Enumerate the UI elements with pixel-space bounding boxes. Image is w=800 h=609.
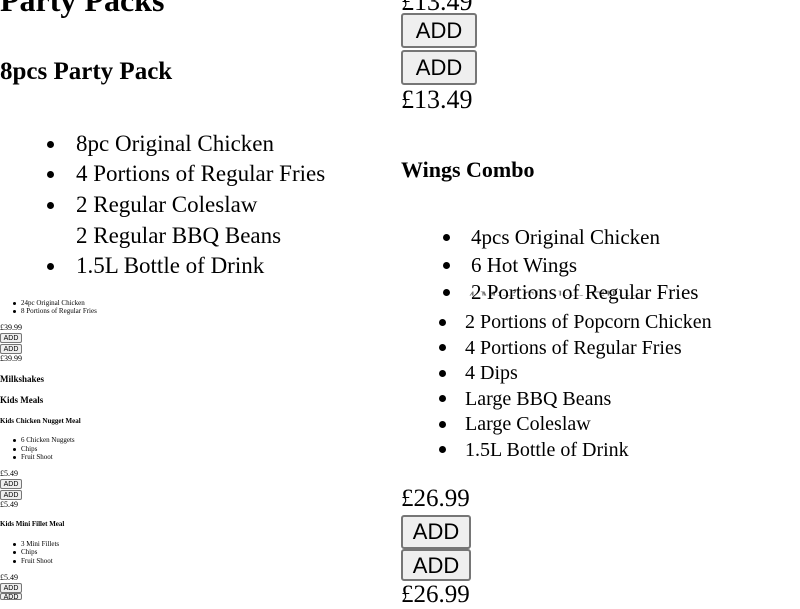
price: £26.99 [401, 485, 470, 512]
list-bullet [443, 262, 450, 269]
wings-combo-title: Wings Combo [401, 157, 535, 182]
list-bullet [13, 302, 16, 305]
list-item: 4pcs Original Chicken [471, 225, 660, 249]
fillet-meal-title: Kids Mini Fillet Meal [0, 520, 65, 528]
list-item: Fruit Shoot [21, 453, 53, 461]
list-bullet [47, 202, 54, 209]
list-bullet [439, 319, 446, 326]
list-item: 8pc Original Chicken [76, 131, 275, 156]
list-bullet [13, 448, 16, 451]
list-bullet [13, 439, 16, 442]
price: £39.99 [0, 354, 22, 363]
list-bullet [439, 446, 446, 453]
list-bullet [47, 171, 54, 178]
price: £5.49 [0, 500, 18, 509]
list-bullet [439, 395, 446, 402]
list-item: 6 Chicken Nuggets [21, 436, 75, 444]
list-item: 2 Portions of Regular Fries [471, 280, 699, 304]
add-button[interactable]: ADD [401, 549, 471, 581]
kids-meals-heading: Kids Meals [0, 395, 44, 405]
list-bullet [439, 370, 446, 377]
price: £26.99 [401, 581, 470, 608]
add-button[interactable]: ADD [0, 490, 22, 500]
list-item: Chips [21, 445, 38, 453]
list-item: 1.5L Bottle of Drink [465, 439, 629, 461]
add-button[interactable]: ADD [0, 333, 22, 343]
add-button[interactable]: ADD [0, 593, 22, 601]
list-item: 4 Portions of Regular Fries [76, 161, 326, 186]
list-bullet [443, 234, 450, 241]
list-bullet [13, 543, 16, 546]
list-bullet [13, 456, 16, 459]
list-item: Large BBQ Beans [465, 388, 612, 410]
list-item: 2 Regular BBQ Beans [76, 223, 282, 248]
list-bullet [443, 289, 450, 296]
list-item: 3 Mini Fillets [21, 540, 60, 548]
list-item: 4 Portions of Regular Fries [465, 337, 682, 359]
list-item: 4 Dips [465, 362, 518, 384]
list-bullet [439, 421, 446, 428]
list-item: 2 Regular Coleslaw [76, 192, 258, 217]
milkshakes-heading: Milkshakes [0, 374, 45, 384]
list-bullet [47, 141, 54, 148]
list-bullet [47, 263, 54, 270]
nugget-meal-title: Kids Chicken Nugget Meal [0, 417, 81, 425]
add-button[interactable]: ADD [401, 50, 477, 85]
list-item: Chips [21, 548, 38, 556]
section-title: Party Packs [0, 0, 165, 18]
list-item: Fruit Shoot [21, 557, 53, 565]
list-item: 2 Portions of Popcorn Chicken [465, 311, 712, 333]
price: £39.99 [0, 323, 22, 332]
price: £5.49 [0, 573, 18, 582]
add-button[interactable]: ADD [401, 13, 477, 48]
list-item: 8 Portions of Regular Fries [21, 307, 97, 315]
party-pack-title: 8pcs Party Pack [0, 58, 173, 85]
list-item: 6 Hot Wings [471, 253, 578, 277]
list-bullet [13, 310, 16, 313]
list-item: 24pc Original Chicken [21, 299, 85, 307]
price: £13.49 [401, 85, 473, 114]
add-button[interactable]: ADD [0, 583, 22, 593]
list-item: Large Coleslaw [465, 413, 591, 435]
price: £5.49 [0, 469, 18, 478]
add-button[interactable]: ADD [0, 479, 22, 489]
add-button[interactable]: ADD [0, 344, 22, 354]
list-bullet [439, 344, 446, 351]
list-bullet [13, 560, 16, 563]
list-bullet [13, 551, 16, 554]
list-item: 1.5L Bottle of Drink [76, 253, 265, 278]
add-button[interactable]: ADD [401, 515, 471, 549]
